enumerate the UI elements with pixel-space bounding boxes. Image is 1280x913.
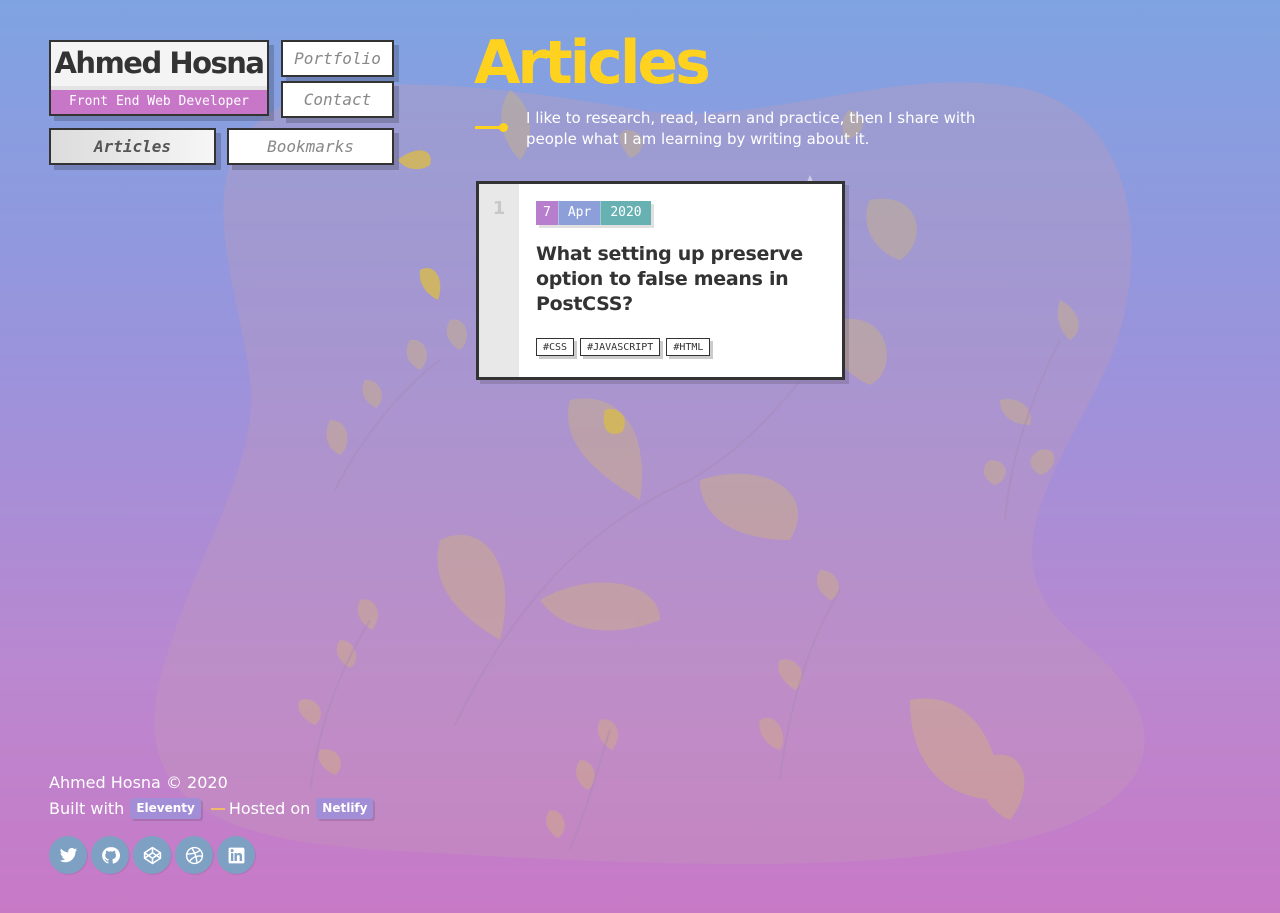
dribbble-icon: [185, 846, 203, 864]
tag-html[interactable]: #HTML: [666, 338, 711, 356]
footer-hosted-on-label: Hosted on: [228, 799, 311, 818]
article-date-month: Apr: [557, 201, 601, 225]
codepen-icon: [143, 846, 161, 864]
nav-contact[interactable]: Contact: [281, 81, 394, 118]
footer-copyright: Ahmed Hosna © 2020: [49, 773, 228, 792]
social-links: [49, 836, 255, 874]
page-intro: I like to research, read, learn and prac…: [526, 109, 976, 148]
twitter-link[interactable]: [49, 836, 87, 874]
nav-portfolio[interactable]: Portfolio: [281, 40, 394, 77]
nav-bookmarks[interactable]: Bookmarks: [227, 128, 394, 165]
eleventy-link[interactable]: Eleventy: [130, 798, 201, 819]
leaf-accent: [419, 268, 441, 300]
leaf-accent: [398, 150, 431, 170]
article-date-year: 2020: [600, 201, 651, 225]
title-decoration-dot: [499, 123, 508, 132]
site-name: Ahmed Hosna: [54, 46, 265, 80]
article-title-link[interactable]: What setting up preserve option to false…: [536, 242, 806, 317]
github-link[interactable]: [91, 836, 129, 874]
article-date-day: 7: [536, 201, 558, 225]
footer-built-with-label: Built with: [49, 799, 125, 818]
linkedin-icon: [228, 847, 244, 863]
nav-articles[interactable]: Articles: [49, 128, 216, 165]
site-role: Front End Web Developer: [51, 86, 267, 114]
site-logo[interactable]: Ahmed Hosna Front End Web Developer: [49, 40, 269, 116]
article-tags: #CSS #JAVASCRIPT #HTML: [536, 338, 711, 356]
footer-separator: [210, 807, 225, 810]
linkedin-link[interactable]: [217, 836, 255, 874]
leaf-accent: [603, 409, 625, 434]
article-card[interactable]: 1 7 Apr 2020 What setting up preserve op…: [476, 181, 845, 380]
github-icon: [101, 846, 120, 864]
codepen-link[interactable]: [133, 836, 171, 874]
tag-javascript[interactable]: #JAVASCRIPT: [580, 338, 661, 356]
page-title: Articles: [474, 28, 711, 98]
dribbble-link[interactable]: [175, 836, 213, 874]
netlify-link[interactable]: Netlify: [316, 798, 374, 819]
article-number: 1: [492, 198, 506, 219]
footer-credits: Built with Eleventy Hosted on Netlify: [49, 798, 379, 819]
tag-css[interactable]: #CSS: [536, 338, 575, 356]
article-date: 7 Apr 2020: [536, 201, 651, 225]
twitter-icon: [59, 847, 77, 862]
